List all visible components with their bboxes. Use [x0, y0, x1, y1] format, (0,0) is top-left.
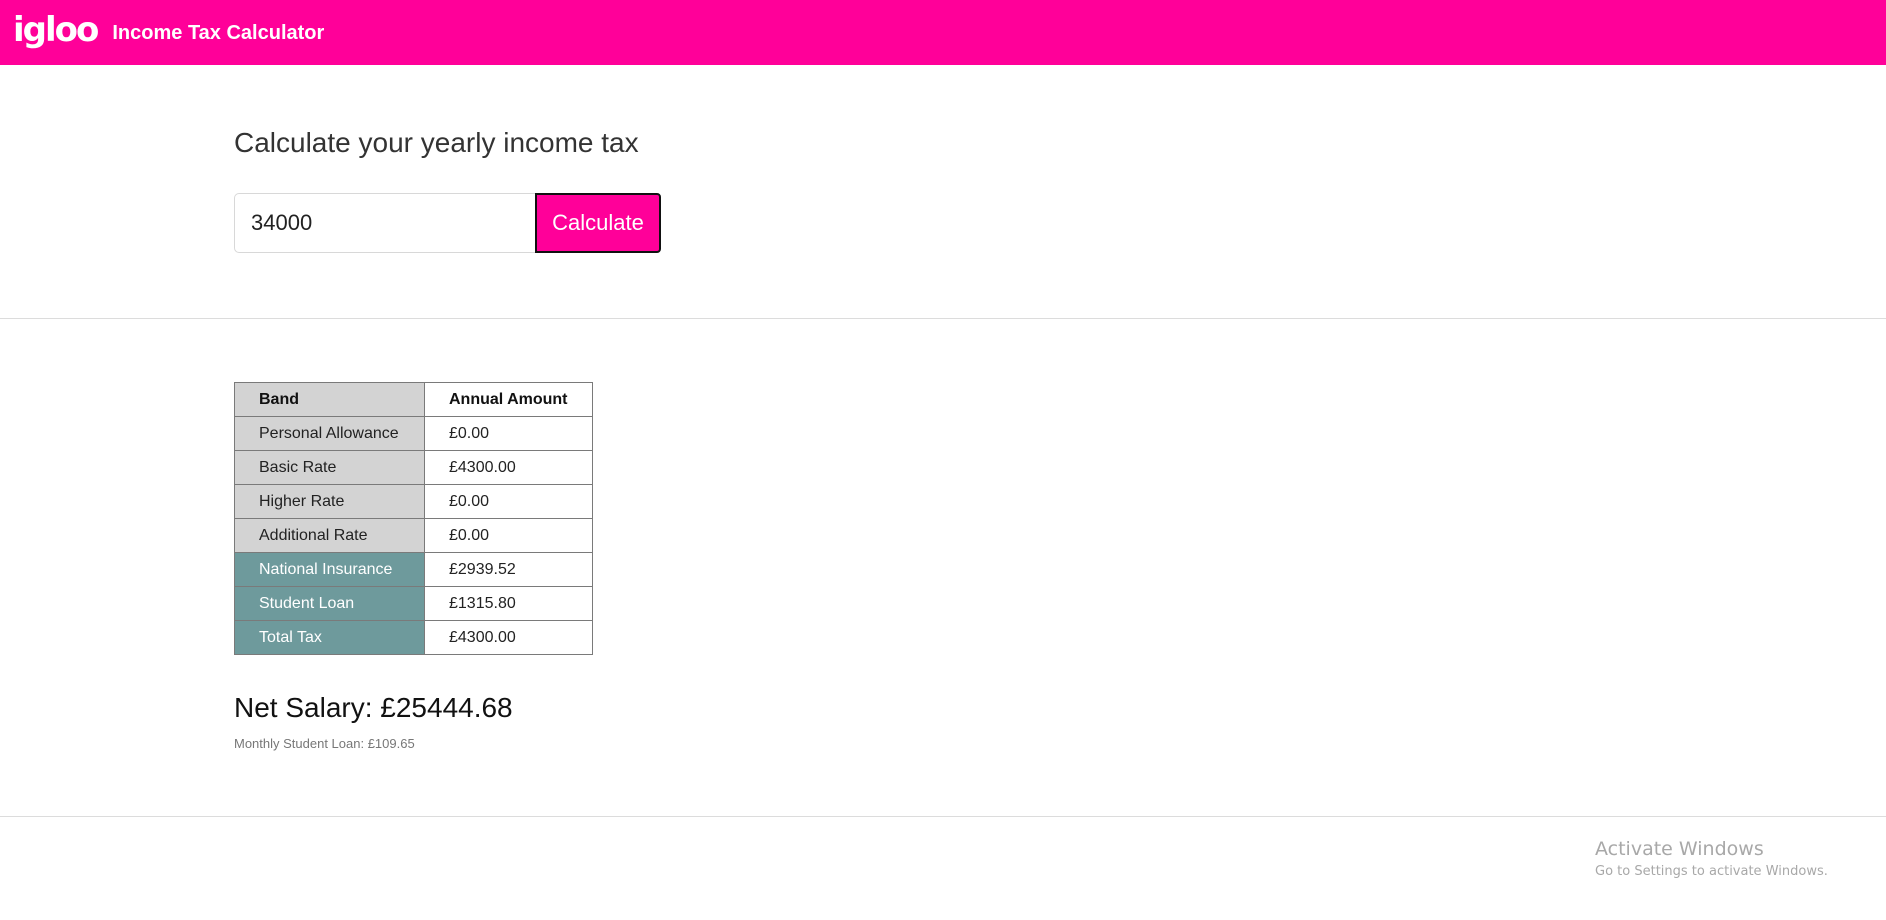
monthly-student-loan: Monthly Student Loan: £109.65: [234, 736, 415, 751]
table-row: Basic Rate £4300.00: [234, 450, 593, 485]
band-cell: Student Loan: [234, 586, 425, 621]
amount-cell: £4300.00: [424, 450, 593, 485]
calculate-button[interactable]: Calculate: [535, 193, 661, 253]
tax-table-body: Personal Allowance £0.00 Basic Rate £4300.0…: [234, 416, 593, 655]
band-cell: Total Tax: [234, 620, 425, 655]
table-row: Total Tax £4300.00: [234, 620, 593, 655]
footer-divider: [0, 816, 1886, 817]
column-header-annual-amount: Annual Amount: [424, 382, 593, 417]
top-bar: igloo Income Tax Calculator: [0, 0, 1886, 65]
section-divider: [0, 318, 1886, 319]
activate-windows-subtitle: Go to Settings to activate Windows.: [1595, 864, 1828, 879]
income-input[interactable]: [234, 193, 536, 253]
app-title: Income Tax Calculator: [112, 22, 325, 44]
tax-breakdown-table: Band Annual Amount Personal Allowance £0.…: [234, 382, 593, 655]
table-row: Higher Rate £0.00: [234, 484, 593, 519]
band-cell: National Insurance: [234, 552, 425, 587]
table-row: Additional Rate £0.00: [234, 518, 593, 553]
activate-windows-title: Activate Windows: [1595, 838, 1764, 860]
table-row: Student Loan £1315.80: [234, 586, 593, 621]
band-cell: Higher Rate: [234, 484, 425, 519]
band-cell: Basic Rate: [234, 450, 425, 485]
amount-cell: £4300.00: [424, 620, 593, 655]
table-row: Personal Allowance £0.00: [234, 416, 593, 451]
band-cell: Additional Rate: [234, 518, 425, 553]
amount-cell: £0.00: [424, 416, 593, 451]
igloo-logo[interactable]: igloo: [13, 13, 99, 47]
amount-cell: £1315.80: [424, 586, 593, 621]
amount-cell: £0.00: [424, 484, 593, 519]
column-header-band: Band: [234, 382, 425, 417]
amount-cell: £0.00: [424, 518, 593, 553]
table-header-row: Band Annual Amount: [234, 382, 593, 417]
band-cell: Personal Allowance: [234, 416, 425, 451]
amount-cell: £2939.52: [424, 552, 593, 587]
table-row: National Insurance £2939.52: [234, 552, 593, 587]
net-salary: Net Salary: £25444.68: [234, 692, 513, 723]
page-heading: Calculate your yearly income tax: [234, 127, 639, 158]
